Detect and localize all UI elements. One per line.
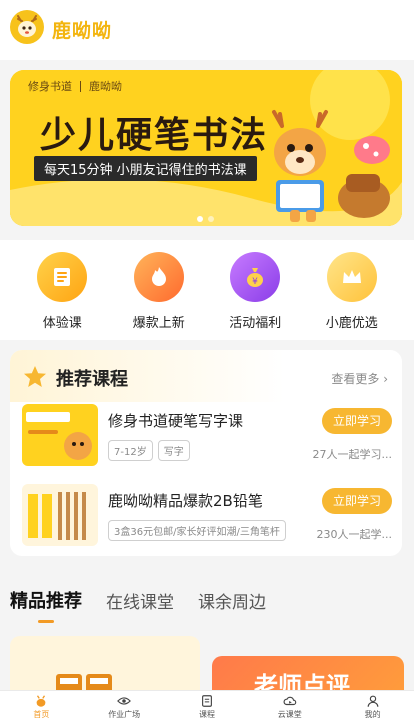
course-thumbnail [22, 404, 98, 466]
app-name: 鹿呦呦 [52, 20, 113, 42]
course-item[interactable]: 修身书道硬笔写字课 7-12岁 写字 立即学习 27人一起学习... [22, 404, 392, 468]
chevron-right-icon: › [383, 372, 388, 386]
course-tag: 7-12岁 [108, 440, 153, 461]
brand-separator [80, 80, 81, 92]
course-title: 修身书道硬笔写字课 [108, 412, 244, 430]
quick-nav: 体验课 爆款上新 ¥ 活动福利 小鹿优选 [0, 240, 414, 340]
flame-icon [133, 252, 184, 302]
nav-courses[interactable]: 课程 [166, 691, 249, 720]
nav-label: 作业广场 [108, 710, 141, 719]
brand-left: 修身书道 [28, 80, 72, 93]
user-icon [367, 695, 378, 707]
learner-count: 230人一起学... [316, 528, 393, 541]
quicknav-label: 爆款上新 [132, 316, 185, 331]
course-tags: 7-12岁 写字 [108, 440, 190, 461]
learn-now-button[interactable]: 立即学习 [322, 408, 392, 434]
tab-online-class[interactable]: 在线课堂 [106, 588, 174, 613]
learner-count: 27人一起学习... [312, 448, 393, 461]
promo-banner[interactable]: 修身书道 鹿呦呦 少儿硬笔书法 每天15分钟 小朋友记得住的书法课 [10, 70, 402, 226]
quicknav-label: 体验课 [42, 316, 82, 331]
recommended-courses-card: 推荐课程 查看更多 › 修身书道硬笔写字课 7-12岁 写字 立即学习 27人一… [10, 350, 402, 556]
section-title: 推荐课程 [56, 369, 128, 390]
course-tag: 写字 [157, 440, 190, 461]
course-tag: 3盒36元包邮/家长好评如潮/三角笔杆 [108, 520, 286, 541]
quicknav-label: 小鹿优选 [325, 316, 378, 331]
quicknav-selected[interactable]: 小鹿优选 [312, 240, 392, 340]
content-tabs: 精品推荐 在线课堂 课余周边 [0, 576, 414, 624]
banner-pagination [197, 216, 214, 222]
course-title: 鹿呦呦精品爆款2B铅笔 [108, 492, 263, 510]
nav-label: 我的 [364, 710, 381, 719]
nav-homework-square[interactable]: 作业广场 [83, 691, 166, 720]
banner-dot[interactable] [208, 216, 214, 222]
brand-right: 鹿呦呦 [89, 80, 122, 93]
view-more-link[interactable]: 查看更多 › [331, 370, 388, 387]
quicknav-benefits[interactable]: ¥ 活动福利 [215, 240, 295, 340]
tab-merch[interactable]: 课余周边 [198, 588, 266, 613]
nav-label: 课程 [198, 710, 215, 719]
banner-subtitle: 每天15分钟 小朋友记得住的书法课 [34, 156, 257, 181]
nav-cloud-class[interactable]: 云课堂 [248, 691, 331, 720]
crown-icon [326, 252, 377, 302]
course-thumbnail [22, 484, 98, 546]
deer-logo-icon [10, 10, 44, 44]
home-deer-icon [37, 695, 46, 707]
deer-mascot-icon [272, 110, 390, 222]
bottom-navigation: 首页 作业广场 课程 云课堂 我的 [0, 690, 414, 720]
course-item[interactable]: 鹿呦呦精品爆款2B铅笔 3盒36元包邮/家长好评如潮/三角笔杆 立即学习 230… [22, 484, 392, 548]
eye-icon [117, 697, 132, 705]
quicknav-label: 活动福利 [229, 316, 282, 331]
tab-premium[interactable]: 精品推荐 [10, 587, 82, 623]
quicknav-trial-class[interactable]: 体验课 [22, 240, 102, 340]
money-bag-icon: ¥ [230, 252, 281, 302]
course-icon [202, 695, 212, 707]
nav-profile[interactable]: 我的 [331, 691, 414, 720]
learn-now-button[interactable]: 立即学习 [322, 488, 392, 514]
app-header: 鹿呦呦 [0, 0, 414, 60]
book-icon [37, 252, 88, 302]
banner-brand: 修身书道 鹿呦呦 [28, 78, 122, 94]
quicknav-new-hot[interactable]: 爆款上新 [119, 240, 199, 340]
nav-label: 云课堂 [277, 710, 302, 719]
star-icon [24, 366, 46, 387]
banner-title: 少儿硬笔书法 [40, 114, 269, 156]
view-more-label: 查看更多 [331, 372, 380, 386]
nav-label: 首页 [33, 710, 50, 719]
cloud-play-icon [283, 696, 297, 706]
course-tags: 3盒36元包邮/家长好评如潮/三角笔杆 [108, 520, 286, 541]
svg-text:¥: ¥ [252, 277, 258, 287]
card-header: 推荐课程 查看更多 › [10, 350, 402, 402]
banner-dot[interactable] [197, 216, 203, 222]
nav-home[interactable]: 首页 [0, 691, 83, 720]
